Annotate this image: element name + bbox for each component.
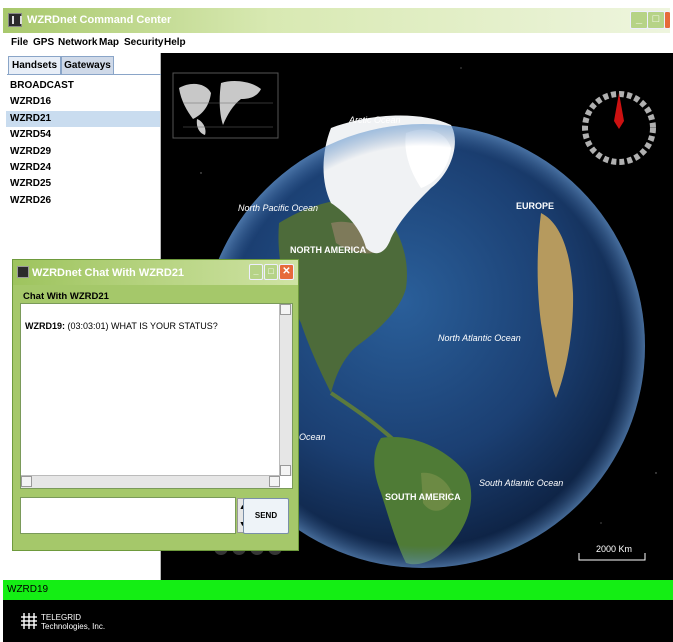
chat-message: WZRD19: (03:03:01) WHAT IS YOUR STATUS? bbox=[25, 321, 218, 331]
menu-file[interactable]: File bbox=[11, 37, 28, 48]
minimize-button[interactable]: _ bbox=[630, 11, 648, 29]
map-scale-label: 2000 Km bbox=[596, 544, 633, 554]
scroll-right-arrow-icon[interactable] bbox=[269, 476, 280, 487]
menu-gps[interactable]: GPS bbox=[33, 37, 54, 48]
send-button[interactable]: SEND bbox=[243, 498, 289, 534]
chat-window[interactable]: WZRDnet Chat With WZRD21 _ □ ✕ Chat With… bbox=[12, 259, 299, 551]
chat-input-field[interactable] bbox=[20, 497, 236, 534]
compass-icon[interactable] bbox=[616, 81, 624, 89]
minimize-icon: _ bbox=[253, 266, 259, 276]
scroll-up-arrow-icon[interactable] bbox=[280, 304, 291, 315]
list-item[interactable]: WZRD16 bbox=[6, 94, 160, 110]
chat-maximize-button[interactable]: □ bbox=[264, 264, 278, 280]
map-label-south-america: SOUTH AMERICA bbox=[385, 492, 461, 502]
list-item[interactable]: BROADCAST bbox=[6, 78, 160, 94]
list-item[interactable]: WZRD24 bbox=[6, 160, 160, 176]
message-sender: WZRD19: bbox=[25, 321, 65, 331]
chat-close-button[interactable]: ✕ bbox=[279, 264, 294, 280]
chat-window-title: WZRDnet Chat With WZRD21 bbox=[32, 267, 185, 279]
map-label-north-atlantic: North Atlantic Ocean bbox=[438, 333, 521, 343]
list-item-selected[interactable]: WZRD21 bbox=[6, 110, 160, 128]
window-title-bar[interactable]: WZRDnet Command Center _ □ bbox=[3, 8, 670, 33]
map-label-ocean: Ocean bbox=[299, 432, 326, 442]
message-text: (03:03:01) WHAT IS YOUR STATUS? bbox=[67, 321, 218, 331]
menu-help[interactable]: Help bbox=[164, 37, 186, 48]
tab-divider bbox=[7, 74, 161, 75]
chat-title-bar[interactable]: WZRDnet Chat With WZRD21 _ □ ✕ bbox=[13, 260, 298, 285]
tab-handsets[interactable]: Handsets bbox=[8, 56, 61, 74]
telegrid-logo-icon bbox=[21, 613, 37, 629]
scroll-down-arrow-icon[interactable] bbox=[280, 465, 291, 476]
chat-label: Chat With WZRD21 bbox=[23, 291, 109, 302]
close-icon: ✕ bbox=[282, 266, 291, 277]
close-button[interactable] bbox=[664, 11, 670, 29]
scroll-left-arrow-icon[interactable] bbox=[21, 476, 32, 487]
list-item[interactable]: WZRD29 bbox=[6, 144, 160, 160]
maximize-button[interactable]: □ bbox=[647, 11, 665, 29]
chat-vertical-scrollbar[interactable] bbox=[279, 304, 292, 476]
maximize-icon: □ bbox=[268, 266, 274, 276]
company-line-2: Technologies, Inc. bbox=[41, 622, 106, 631]
list-item[interactable]: WZRD54 bbox=[6, 127, 160, 143]
company-name: TELEGRID Technologies, Inc. bbox=[41, 613, 105, 631]
chat-minimize-button[interactable]: _ bbox=[249, 264, 263, 280]
chat-history[interactable]: WZRD19: (03:03:01) WHAT IS YOUR STATUS? bbox=[20, 303, 293, 489]
menu-network[interactable]: Network bbox=[58, 37, 97, 48]
map-label-north-america: NORTH AMERICA bbox=[290, 245, 367, 255]
chat-app-icon bbox=[17, 266, 29, 278]
window-title: WZRDnet Command Center bbox=[27, 14, 172, 26]
menu-bar: File GPS Network Map Security Help bbox=[3, 33, 670, 53]
status-text: WZRD19 bbox=[7, 584, 49, 595]
company-line-1: TELEGRID bbox=[41, 613, 82, 622]
chat-horizontal-scrollbar[interactable] bbox=[21, 475, 280, 488]
app-icon bbox=[8, 13, 22, 27]
map-label-europe: EUROPE bbox=[516, 201, 555, 211]
tab-gateways[interactable]: Gateways bbox=[61, 56, 114, 74]
list-item[interactable]: WZRD26 bbox=[6, 193, 160, 209]
handset-list: BROADCAST WZRD16 WZRD21 WZRD54 WZRD29 WZ… bbox=[6, 78, 160, 209]
maximize-icon: □ bbox=[652, 13, 660, 25]
list-item[interactable]: WZRD25 bbox=[6, 176, 160, 192]
menu-map[interactable]: Map bbox=[99, 37, 119, 48]
map-label-north-pacific: North Pacific Ocean bbox=[238, 203, 319, 213]
menu-security[interactable]: Security bbox=[124, 37, 163, 48]
status-bar: WZRD19 bbox=[3, 580, 673, 600]
map-label-arctic: Arctic Ocean bbox=[349, 115, 401, 125]
map-label-south-atlantic: South Atlantic Ocean bbox=[479, 478, 564, 488]
minimize-icon: _ bbox=[635, 13, 643, 25]
footer: TELEGRID Technologies, Inc. bbox=[3, 600, 673, 642]
